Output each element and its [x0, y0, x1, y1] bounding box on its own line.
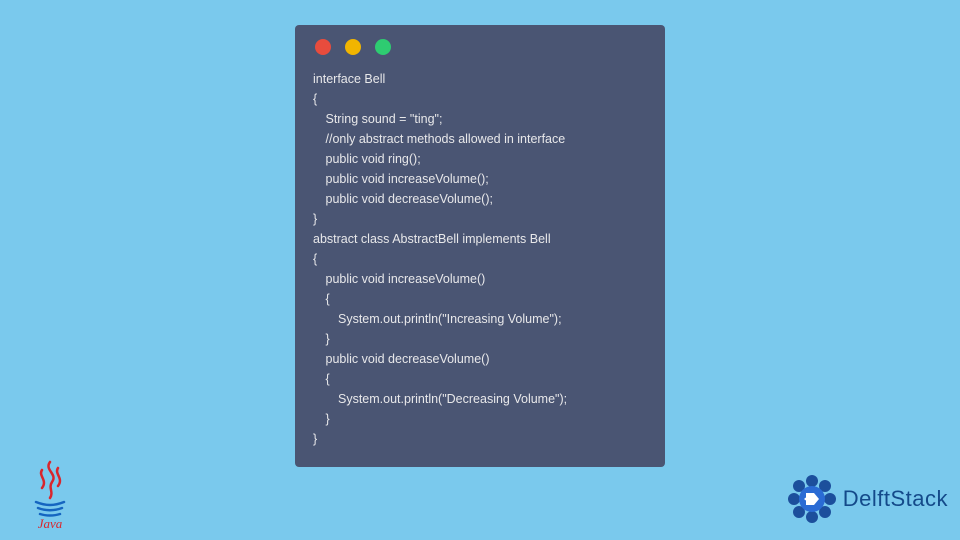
- close-icon: [315, 39, 331, 55]
- java-logo: Java: [24, 460, 84, 530]
- delftstack-logo: DelftStack: [787, 474, 948, 524]
- delftstack-icon: [787, 474, 837, 524]
- delftstack-label: DelftStack: [843, 486, 948, 512]
- maximize-icon: [375, 39, 391, 55]
- code-window: interface Bell { String sound = "ting"; …: [295, 25, 665, 467]
- traffic-lights: [313, 39, 647, 55]
- java-logo-text: Java: [38, 516, 63, 530]
- code-block: interface Bell { String sound = "ting"; …: [313, 69, 647, 449]
- minimize-icon: [345, 39, 361, 55]
